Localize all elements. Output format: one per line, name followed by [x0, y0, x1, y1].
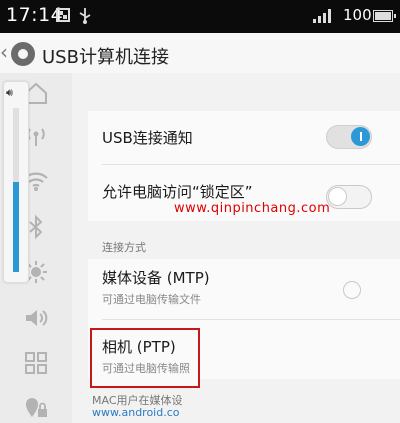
divider	[102, 164, 400, 165]
ptp-option[interactable]: 相机 (PTP) 可通过电脑传输照	[90, 328, 200, 388]
toggle-knob	[351, 127, 370, 146]
mtp-sub: 可通过电脑传输文件	[102, 293, 201, 306]
volume-track[interactable]	[13, 108, 19, 272]
gear-icon	[11, 42, 35, 66]
quick-settings-sidebar: 🔊︎	[0, 73, 72, 423]
toggle-knob	[328, 187, 347, 206]
usb-icon	[79, 8, 91, 24]
footnote-link[interactable]: www.android.co	[92, 406, 180, 419]
page-title: USB计算机连接	[42, 47, 169, 68]
divider	[102, 319, 400, 320]
section-header: 连接方式	[102, 241, 146, 254]
signal-icon	[313, 9, 331, 23]
gallery-icon	[56, 8, 70, 22]
speaker-icon: 🔊︎	[6, 86, 13, 99]
status-time: 17:14	[6, 4, 64, 26]
back-icon[interactable]: ‹	[0, 40, 8, 64]
lock-access-toggle[interactable]	[326, 185, 372, 209]
lock-access-label: 允许电脑访问“锁定区”	[102, 183, 253, 201]
usb-notify-label: USB连接通知	[102, 129, 193, 147]
sound-icon[interactable]	[22, 304, 50, 332]
volume-slider[interactable]: 🔊︎	[3, 81, 29, 283]
battery-icon	[373, 10, 396, 22]
apps-icon[interactable]	[22, 349, 50, 377]
watermark: www.qinpinchang.com	[174, 201, 331, 216]
title-bar: ‹ USB计算机连接	[0, 33, 400, 73]
battery-level: 100	[343, 6, 372, 24]
mtp-label: 媒体设备 (MTP)	[102, 269, 210, 287]
ptp-label: 相机 (PTP)	[102, 338, 176, 356]
volume-fill	[13, 181, 19, 272]
location-lock-icon[interactable]	[22, 393, 50, 421]
ptp-sub: 可通过电脑传输照	[102, 362, 190, 375]
status-bar: 17:14 100	[0, 0, 400, 33]
usb-notify-toggle[interactable]	[326, 125, 372, 149]
mtp-radio[interactable]	[343, 281, 361, 299]
